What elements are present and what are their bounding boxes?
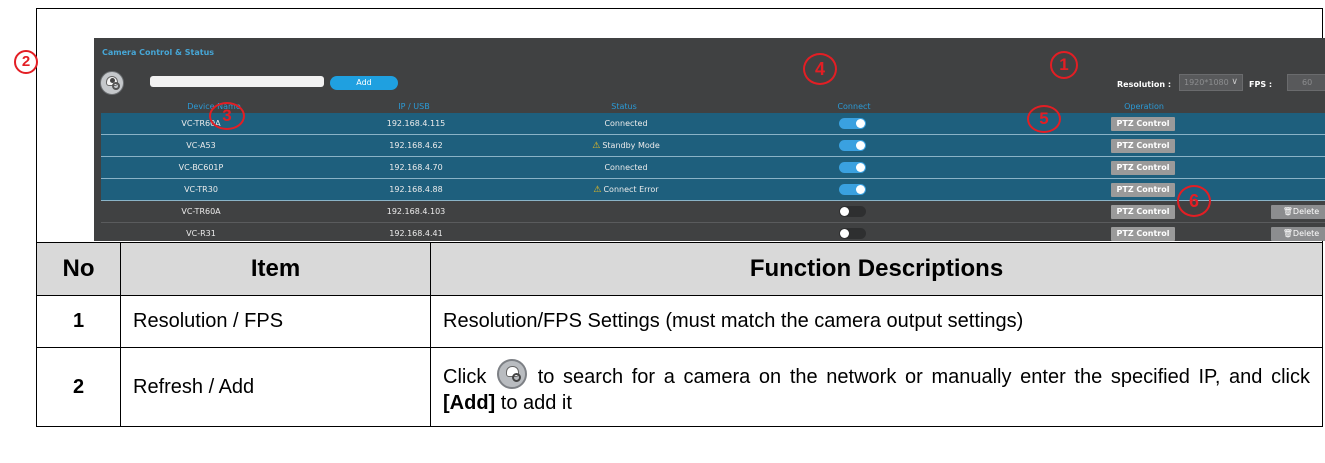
trash-icon: 🗑: [1282, 229, 1293, 238]
fps-value: 60: [1302, 78, 1313, 87]
status-text: Standby Mode: [602, 141, 660, 150]
device-status: ⚠ Standby Mode: [561, 135, 691, 156]
add-button[interactable]: Add: [330, 76, 398, 90]
device-ip: 192.168.4.103: [386, 207, 446, 216]
table-row[interactable]: VC-R31 192.168.4.41 PTZ Control 🗑Delete: [101, 223, 1325, 241]
device-status: [561, 223, 691, 241]
table-row[interactable]: VC-TR60A 192.168.4.115 Connected PTZ Contro…: [101, 113, 1325, 135]
column-header-connect: Connect: [837, 102, 871, 111]
header-no: No: [36, 242, 121, 296]
delete-button[interactable]: 🗑Delete: [1271, 227, 1325, 241]
resolution-value: 1920*1080: [1184, 78, 1229, 87]
resolution-label: Resolution :: [1117, 80, 1172, 89]
device-ip: 192.168.4.70: [389, 163, 443, 172]
fps-label: FPS :: [1249, 80, 1273, 89]
delete-button[interactable]: 🗑Delete: [1271, 205, 1325, 219]
connect-toggle[interactable]: [839, 206, 866, 217]
connect-toggle[interactable]: [839, 162, 866, 173]
callout-1: 1: [1050, 51, 1078, 79]
status-text: Connect Error: [603, 185, 659, 194]
desc-middle: to search for a camera on the network or…: [537, 365, 1310, 388]
table-row[interactable]: VC-BC601P 192.168.4.70 Connected PTZ Contro…: [101, 157, 1325, 179]
table-row[interactable]: VC-TR60A 192.168.4.103 PTZ Control 🗑Delete: [101, 201, 1325, 223]
ptz-control-button[interactable]: PTZ Control: [1111, 161, 1175, 175]
row-no: 2: [36, 347, 121, 427]
device-name: VC-BC601P: [178, 163, 224, 172]
row-item: Refresh / Add: [120, 347, 431, 427]
device-name: VC-A53: [186, 141, 216, 150]
ptz-control-button[interactable]: PTZ Control: [1111, 205, 1175, 219]
column-header-operation: Operation: [1124, 102, 1164, 111]
device-name: VC-TR60A: [181, 207, 221, 216]
panel-title: Camera Control & Status: [102, 48, 215, 57]
header-item: Item: [120, 242, 431, 296]
refresh-camera-icon: [497, 358, 528, 389]
screenshot-frame: Camera Control & Status Add Resolution :…: [14, 8, 1325, 242]
refresh-camera-icon[interactable]: [100, 71, 124, 95]
device-status: Connected: [561, 113, 691, 134]
function-description-table: No Item Function Descriptions 1 Resoluti…: [36, 242, 1323, 427]
callout-2: 2: [14, 50, 38, 74]
ip-input[interactable]: [150, 76, 324, 87]
chevron-down-icon: ∨: [1231, 77, 1238, 87]
status-text: Connected: [604, 119, 648, 128]
device-status: [561, 201, 691, 222]
delete-label: Delete: [1292, 229, 1320, 238]
table-row[interactable]: VC-A53 192.168.4.62 ⚠ Standby Mode PTZ Contr…: [101, 135, 1325, 157]
ptz-control-button[interactable]: PTZ Control: [1111, 183, 1175, 197]
desc-bold: [Add]: [443, 391, 496, 414]
delete-label: Delete: [1292, 207, 1320, 216]
status-text: Connected: [604, 163, 648, 172]
connect-toggle[interactable]: [839, 228, 866, 239]
row-no: 1: [36, 295, 121, 348]
callout-3: 3: [209, 102, 245, 130]
warning-icon: ⚠: [592, 141, 601, 151]
table-header-row: No Item Function Descriptions: [36, 242, 1323, 296]
trash-icon: 🗑: [1282, 207, 1293, 216]
table-row: 1 Resolution / FPS Resolution/FPS Settin…: [36, 295, 1323, 348]
connect-toggle[interactable]: [839, 184, 866, 195]
camera-control-panel: Camera Control & Status Add Resolution :…: [94, 38, 1325, 241]
column-header-ip: IP / USB: [398, 102, 430, 111]
resolution-select[interactable]: 1920*1080 ∨: [1179, 74, 1243, 91]
row-description: Click to search for a camera on the netw…: [430, 347, 1323, 427]
device-status: ⚠ Connect Error: [561, 179, 691, 200]
device-ip: 192.168.4.41: [389, 229, 443, 238]
device-name: VC-R31: [186, 229, 216, 238]
device-ip: 192.168.4.88: [389, 185, 443, 194]
desc-after: to add it: [500, 391, 572, 414]
warning-icon: ⚠: [593, 185, 602, 195]
header-function-descriptions: Function Descriptions: [430, 242, 1323, 296]
callout-5: 5: [1027, 105, 1061, 133]
table-row: 2 Refresh / Add Click to search for a ca…: [36, 347, 1323, 427]
row-item: Resolution / FPS: [120, 295, 431, 348]
column-header-status: Status: [611, 102, 637, 111]
row-description: Resolution/FPS Settings (must match the …: [430, 295, 1323, 348]
device-status: Connected: [561, 157, 691, 178]
device-ip: 192.168.4.62: [389, 141, 443, 150]
fps-select[interactable]: 60 ∨: [1287, 74, 1325, 91]
ptz-control-button[interactable]: PTZ Control: [1111, 139, 1175, 153]
device-ip: 192.168.4.115: [386, 119, 446, 128]
device-name: VC-TR30: [184, 185, 218, 194]
ptz-control-button[interactable]: PTZ Control: [1111, 227, 1175, 241]
table-row[interactable]: VC-TR30 192.168.4.88 ⚠ Connect Error PTZ Con…: [101, 179, 1325, 201]
callout-4: 4: [803, 53, 837, 85]
ptz-control-button[interactable]: PTZ Control: [1111, 117, 1175, 131]
desc-before: Click: [443, 365, 487, 388]
connect-toggle[interactable]: [839, 118, 866, 129]
callout-6: 6: [1177, 185, 1211, 217]
connect-toggle[interactable]: [839, 140, 866, 151]
